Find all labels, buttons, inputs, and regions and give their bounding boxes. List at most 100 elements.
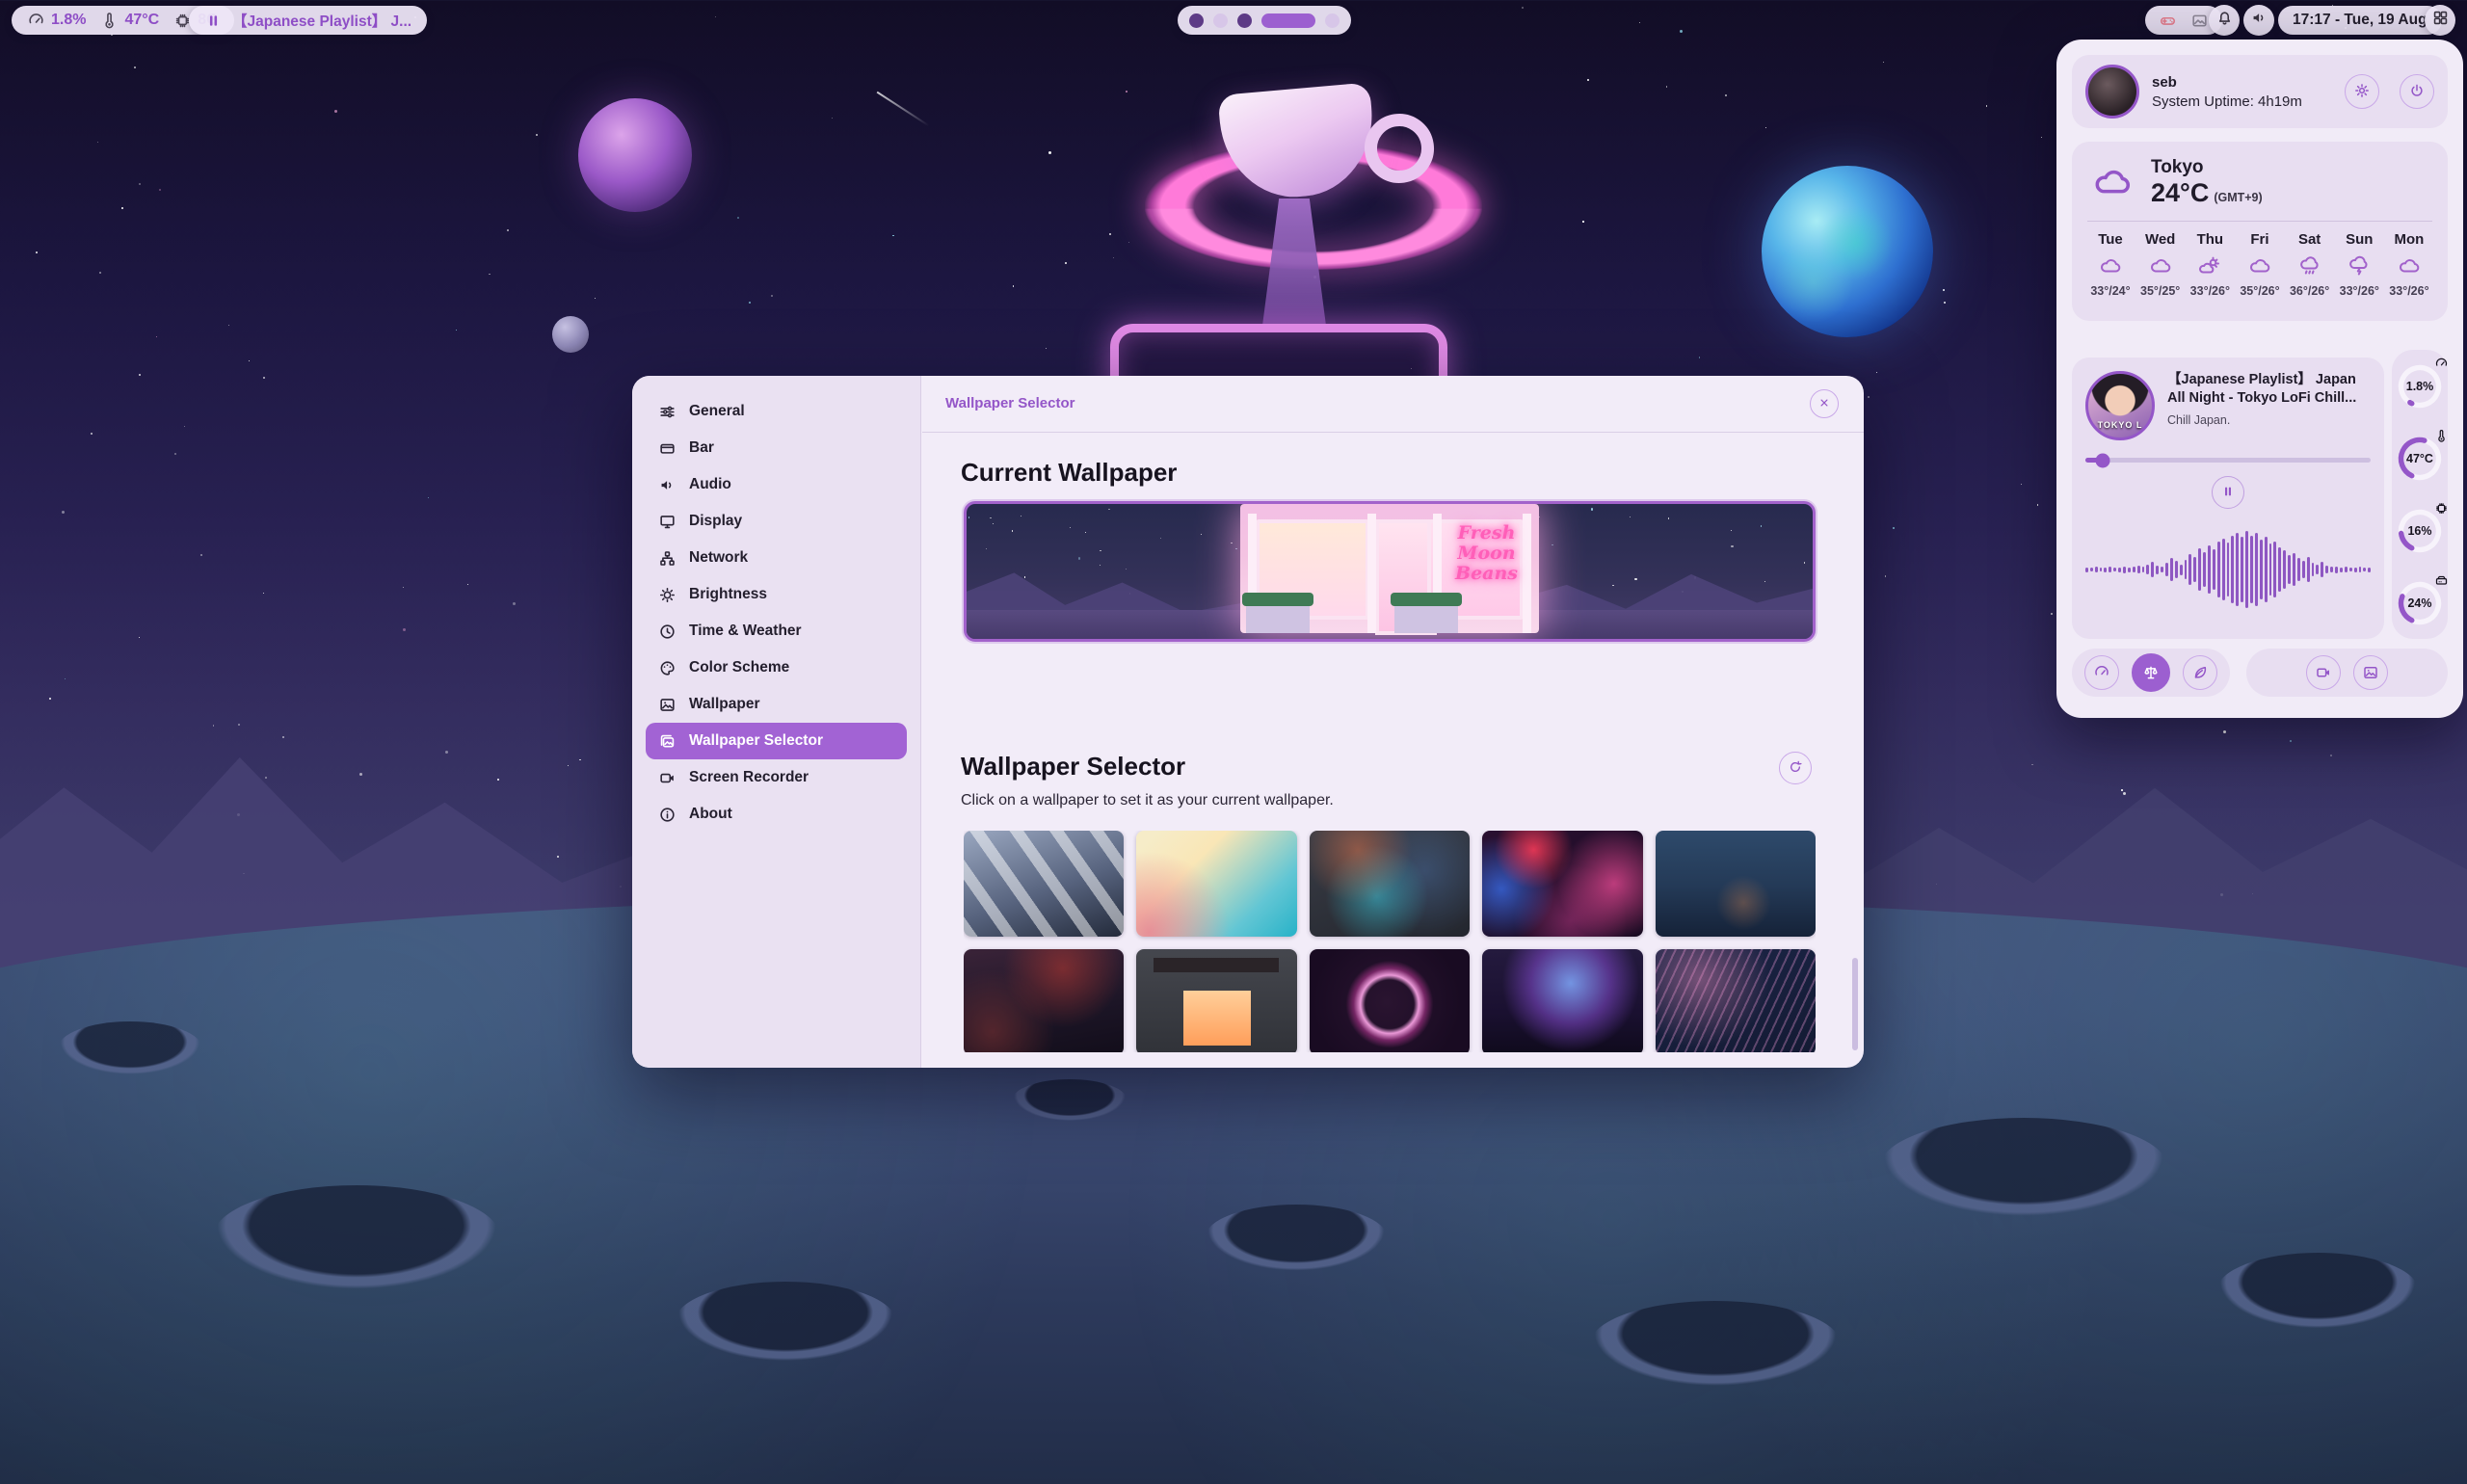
clock-pill[interactable]: 17:17 - Tue, 19 Aug	[2278, 6, 2442, 35]
forecast-fri: Fri35°/26°	[2237, 231, 2283, 298]
sidebar-item-about[interactable]: About	[646, 796, 907, 833]
wave-bar	[2203, 552, 2206, 587]
sidebar-item-wallpaper[interactable]: Wallpaper	[646, 686, 907, 723]
wave-bar	[2288, 555, 2291, 584]
star	[1100, 565, 1101, 566]
wallpaper-thumb-snow-night-village[interactable]	[1656, 831, 1816, 937]
sidebar-item-label: Wallpaper Selector	[689, 732, 823, 750]
workspace-dot-2[interactable]	[1213, 13, 1228, 28]
media-title-pill[interactable]: 【Japanese Playlist】 J...	[189, 6, 427, 35]
wave-bar	[2345, 567, 2348, 572]
gamepad-icon[interactable]	[2159, 12, 2177, 30]
star	[121, 207, 123, 209]
refresh-icon	[1788, 759, 1803, 778]
sidebar-item-audio[interactable]: Audio	[646, 466, 907, 503]
wave-bar	[2283, 550, 2286, 589]
star	[749, 302, 751, 304]
wave-bar	[2095, 567, 2098, 572]
sidebar-item-wallpaper-selector[interactable]: Wallpaper Selector	[646, 723, 907, 759]
wallpaper-thumb-blur-abstract[interactable]	[1310, 831, 1470, 937]
cafe-planter	[1394, 604, 1458, 633]
sidebar-item-time-weather[interactable]: Time & Weather	[646, 613, 907, 649]
star	[892, 235, 893, 236]
star	[265, 777, 267, 779]
app-launcher-button[interactable]	[2425, 5, 2455, 36]
power-profile-performance[interactable]	[2084, 655, 2119, 690]
cloud-icon	[2246, 254, 2273, 278]
sidebar-item-color-scheme[interactable]: Color Scheme	[646, 649, 907, 686]
info-icon	[658, 806, 676, 824]
storm-icon	[2346, 254, 2373, 278]
star	[1699, 357, 1700, 358]
workspace-dot-1[interactable]	[1189, 13, 1204, 28]
power-button[interactable]	[2400, 74, 2434, 109]
star	[445, 751, 448, 754]
wave-bar	[2231, 536, 2234, 603]
star	[2223, 730, 2226, 733]
wallpaper-thumb-dark-red-forest[interactable]	[964, 949, 1124, 1052]
close-button[interactable]	[1810, 389, 1839, 418]
settings-window: GeneralBarAudio Display NetworkBrightnessT…	[632, 376, 1864, 1068]
sidebar-item-label: Display	[689, 513, 742, 530]
settings-button[interactable]	[2345, 74, 2379, 109]
wallpaper-thumb-pastel-gradient[interactable]	[1136, 831, 1296, 937]
stat-ring-thermometer: 47°C	[2395, 434, 2445, 484]
slider-knob[interactable]	[2095, 453, 2109, 467]
play-pause-button[interactable]	[2212, 476, 2244, 509]
wallpaper-thumb-mesh-wave[interactable]	[1656, 949, 1816, 1052]
media-progress-slider[interactable]	[2085, 458, 2371, 463]
palette-icon	[658, 659, 676, 677]
sidebar-item-bar[interactable]: Bar	[646, 430, 907, 466]
tune-icon	[658, 403, 676, 421]
star	[139, 183, 141, 185]
star	[263, 593, 264, 594]
stat-ring-chip: 16%	[2395, 506, 2445, 556]
wallpaper-thumb-anime-street[interactable]	[964, 831, 1124, 937]
star	[1126, 569, 1127, 570]
star	[1668, 517, 1669, 518]
wallpaper-thumb-pink-ring[interactable]	[1310, 949, 1470, 1052]
audio-visualizer	[2085, 513, 2371, 626]
workspace-indicator[interactable]	[1178, 6, 1351, 35]
scrollbar-thumb[interactable]	[1852, 958, 1858, 1050]
sidebar-item-brightness[interactable]: Brightness	[646, 576, 907, 613]
star	[1085, 532, 1086, 533]
workspace-dot-3[interactable]	[1237, 13, 1252, 28]
star	[1868, 396, 1870, 398]
wave-bar	[2198, 548, 2201, 591]
wave-bar	[2118, 568, 2121, 572]
power-profile-power-saver[interactable]	[2183, 655, 2217, 690]
forecast-temps: 33°/26°	[2190, 284, 2230, 298]
star	[1012, 530, 1013, 531]
power-profile-balanced[interactable]	[2132, 653, 2170, 692]
wallpaper-thumb-lofi-coffee-shop[interactable]	[1136, 949, 1296, 1052]
wave-bar	[2241, 537, 2243, 602]
crater	[58, 1021, 202, 1075]
sidebar-item-screen-recorder[interactable]: Screen Recorder	[646, 759, 907, 796]
notifications-button[interactable]	[2209, 5, 2240, 36]
gauge-icon	[27, 12, 45, 30]
weather-temp: 24°C	[2151, 178, 2209, 207]
star	[497, 779, 499, 781]
wallpaper-thumb-nebula-forest[interactable]	[1482, 949, 1642, 1052]
bar-icon	[658, 439, 676, 458]
forecast-temps: 33°/24°	[2090, 284, 2130, 298]
sidebar-item-network[interactable]: Network	[646, 540, 907, 576]
photo-icon[interactable]	[2190, 12, 2209, 30]
screen-record-button[interactable]	[2306, 655, 2341, 690]
star	[467, 584, 468, 585]
grid-icon	[2431, 9, 2450, 32]
user-name: seb	[2152, 74, 2302, 91]
sidebar-item-general[interactable]: General	[646, 393, 907, 430]
wallpaper-thumb-cyberpunk-arcade[interactable]	[1482, 831, 1642, 937]
crater	[1012, 1079, 1127, 1122]
wallpaper-button[interactable]	[2353, 655, 2388, 690]
volume-button[interactable]	[2243, 5, 2274, 36]
sidebar-item-display[interactable]: Display	[646, 503, 907, 540]
videocam-icon	[658, 769, 676, 787]
workspace-dot-4[interactable]	[1261, 13, 1315, 28]
refresh-button[interactable]	[1779, 752, 1812, 784]
star	[1587, 79, 1589, 81]
cloud-icon	[2147, 254, 2174, 278]
workspace-dot-5[interactable]	[1325, 13, 1340, 28]
